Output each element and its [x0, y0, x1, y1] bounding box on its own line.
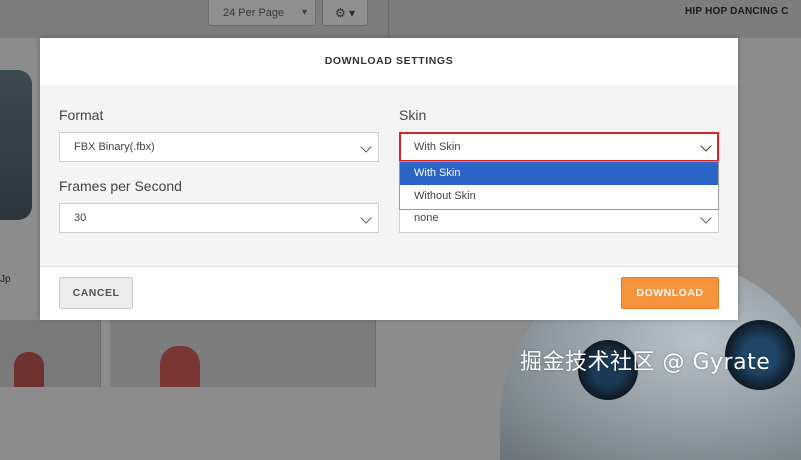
download-settings-modal: DOWNLOAD SETTINGS Format FBX Binary(.fbx… — [40, 38, 738, 320]
cancel-button[interactable]: CANCEL — [59, 277, 133, 309]
chevron-down-icon — [700, 212, 712, 224]
skin-select[interactable]: With Skin — [399, 132, 719, 162]
skin-dropdown-list: With Skin Without Skin — [399, 161, 719, 210]
animation-thumbnail — [160, 346, 200, 387]
chevron-down-icon — [360, 212, 372, 224]
animation-thumbnail[interactable] — [0, 70, 32, 220]
background-toolbar — [0, 0, 801, 38]
animation-tile[interactable] — [110, 320, 375, 387]
animation-title: HIP HOP DANCING C — [685, 6, 789, 17]
chevron-down-icon — [360, 141, 372, 153]
format-label: Format — [59, 107, 104, 123]
skin-option-with-skin[interactable]: With Skin — [400, 162, 718, 185]
fps-select[interactable]: 30 — [59, 203, 379, 233]
per-page-value: 24 Per Page — [223, 7, 285, 19]
watermark: 掘金技术社区 @ Gyrate — [520, 350, 771, 375]
gear-icon: ⚙ ▾ — [334, 6, 356, 20]
background-divider — [388, 0, 389, 38]
skin-option-without-skin[interactable]: Without Skin — [400, 185, 718, 208]
thumbnail-label: Jp — [0, 274, 11, 285]
format-select[interactable]: FBX Binary(.fbx) — [59, 132, 379, 162]
chevron-down-icon: ▾ — [301, 7, 307, 18]
fps-label: Frames per Second — [59, 178, 182, 194]
modal-title: DOWNLOAD SETTINGS — [40, 38, 738, 85]
chevron-down-icon — [700, 140, 712, 152]
format-value: FBX Binary(.fbx) — [74, 141, 155, 153]
skin-label: Skin — [399, 107, 427, 123]
fps-value: 30 — [74, 212, 87, 224]
download-button[interactable]: DOWNLOAD — [621, 277, 719, 309]
settings-menu-button[interactable]: ⚙ ▾ — [322, 0, 368, 26]
per-page-select[interactable]: 24 Per Page ▾ — [208, 0, 316, 26]
skin-value: With Skin — [414, 141, 461, 153]
keyframe-reduction-value: none — [414, 212, 439, 224]
animation-thumbnail — [14, 352, 44, 387]
